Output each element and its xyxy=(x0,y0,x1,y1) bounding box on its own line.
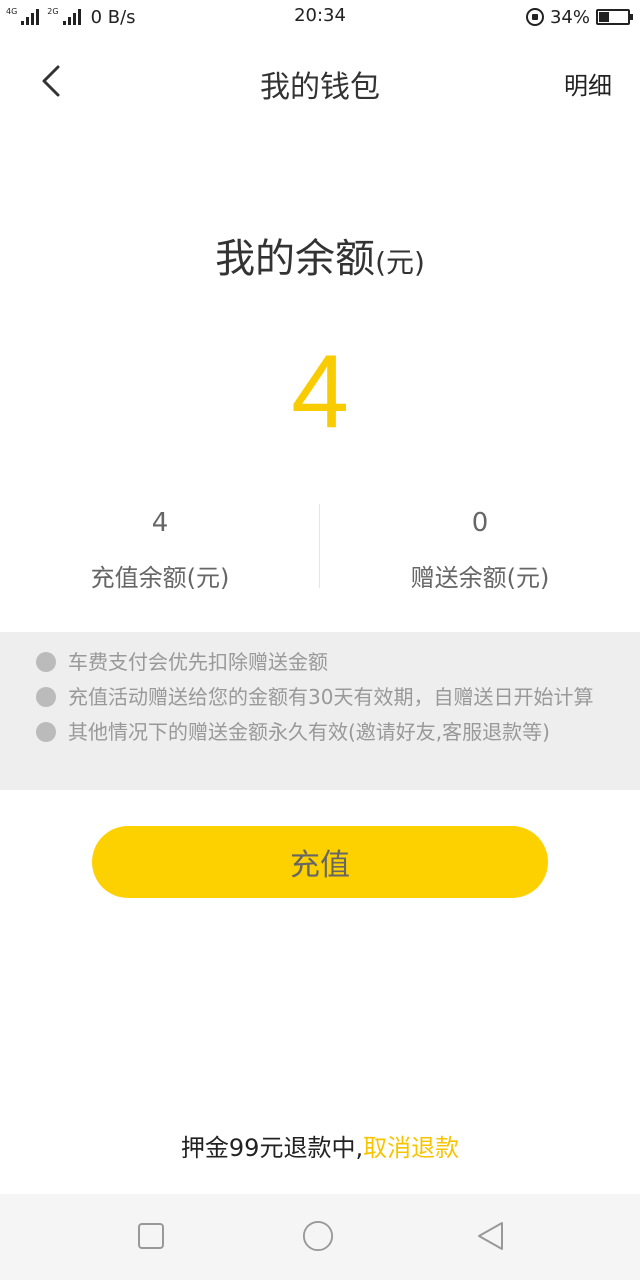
system-nav-bar xyxy=(0,1194,640,1280)
recent-apps-icon[interactable] xyxy=(135,1220,167,1252)
gift-balance: 0 赠送余额(元) xyxy=(320,500,640,592)
bullet-icon xyxy=(36,687,56,707)
notice-text: 车费支付会优先扣除赠送金额 xyxy=(68,650,328,674)
status-right: 34% xyxy=(525,5,634,29)
status-bar: 4G 2G 0 B/s 20:34 34% xyxy=(0,0,640,34)
notice-box: 车费支付会优先扣除赠送金额 充值活动赠送给您的金额有30天有效期，自赠送日开始计… xyxy=(0,632,640,790)
balance-title-text: 我的余额 xyxy=(215,236,376,282)
rotation-lock-icon xyxy=(525,8,544,26)
notice-item: 充值活动赠送给您的金额有30天有效期，自赠送日开始计算 xyxy=(36,685,600,709)
recharge-button[interactable]: 充值 xyxy=(92,826,548,898)
notice-text: 充值活动赠送给您的金额有30天有效期，自赠送日开始计算 xyxy=(68,685,594,709)
notice-text: 其他情况下的赠送金额永久有效(邀请好友,客服退款等) xyxy=(68,720,550,744)
battery-icon xyxy=(596,9,633,25)
page-title: 我的钱包 xyxy=(260,70,380,105)
recharge-balance-value: 4 xyxy=(151,508,169,538)
notice-item: 其他情况下的赠送金额永久有效(邀请好友,客服退款等) xyxy=(36,720,600,744)
sub-balances: 4 充值余额(元) 0 赠送余额(元) xyxy=(0,500,640,592)
header: 我的钱包 明细 xyxy=(0,40,640,124)
battery-percent: 34% xyxy=(549,6,590,28)
home-icon[interactable] xyxy=(302,1220,334,1252)
balance-title: 我的余额(元) xyxy=(0,226,640,284)
detail-button[interactable]: 明细 xyxy=(564,66,612,101)
bullet-icon xyxy=(36,722,56,742)
notice-item: 车费支付会优先扣除赠送金额 xyxy=(36,650,600,674)
balance-unit: (元) xyxy=(375,246,425,279)
divider xyxy=(319,504,320,588)
gift-balance-label: 赠送余额(元) xyxy=(410,564,550,592)
cancel-refund-link[interactable]: 取消退款 xyxy=(363,1134,459,1162)
recharge-balance-label: 充值余额(元) xyxy=(90,564,230,592)
notice-list: 车费支付会优先扣除赠送金额 充值活动赠送给您的金额有30天有效期，自赠送日开始计… xyxy=(0,632,640,744)
recharge-balance: 4 充值余额(元) xyxy=(0,500,320,592)
deposit-status: 押金99元退款中,取消退款 xyxy=(0,1128,640,1163)
deposit-text: 押金99元退款中, xyxy=(180,1134,364,1162)
bullet-icon xyxy=(36,652,56,672)
balance-amount: 4 xyxy=(291,334,349,450)
gift-balance-value: 0 xyxy=(471,508,489,538)
back-nav-icon[interactable] xyxy=(474,1220,506,1252)
